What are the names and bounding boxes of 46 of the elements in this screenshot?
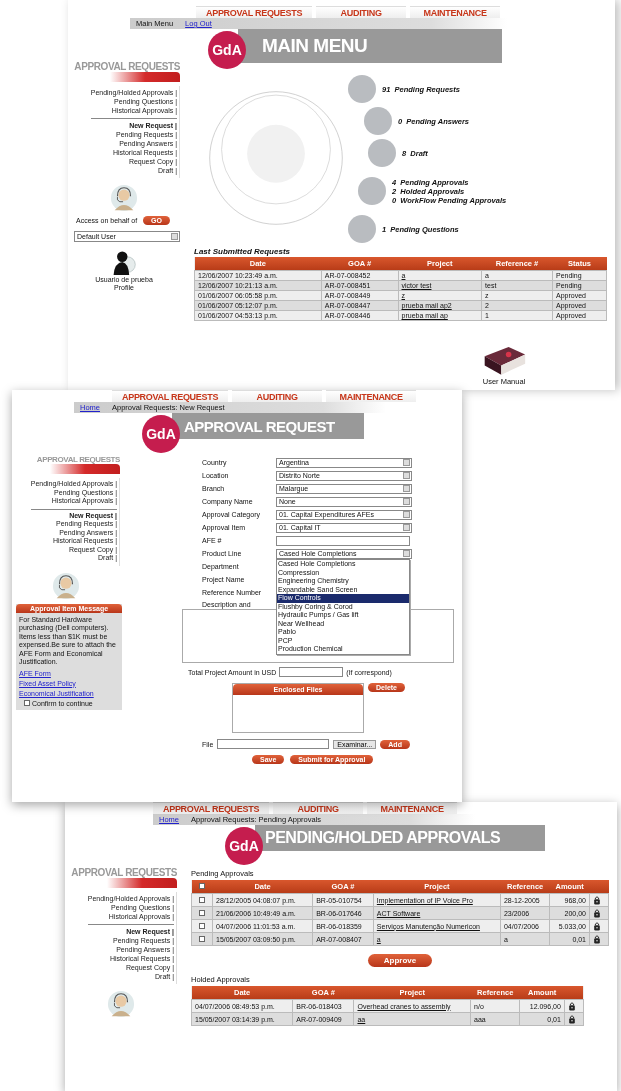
sidebar-accent-bar — [107, 878, 177, 888]
photo-placeholder — [368, 139, 396, 167]
sidebar-accent-bar — [110, 72, 180, 82]
photo-placeholder — [348, 215, 376, 243]
nav-tab[interactable]: APPROVAL REQUESTS — [153, 802, 270, 814]
sidebar-heading: APPROVAL REQUESTS — [74, 61, 180, 72]
select-all-checkbox[interactable] — [199, 883, 205, 889]
nav-tab[interactable]: APPROVAL REQUESTS — [112, 390, 229, 402]
row-checkbox[interactable] — [199, 896, 205, 903]
nav-tab[interactable]: AUDITING — [232, 390, 323, 402]
table-title: Last Submitted Requests — [194, 247, 291, 256]
logo-badge: GdA — [225, 827, 263, 865]
nav-tab[interactable]: MAINTENANCE — [367, 802, 458, 814]
headset-avatar-icon — [52, 571, 80, 600]
page-title: APPROVAL REQUEST — [184, 417, 335, 435]
headset-avatar-icon — [107, 990, 135, 1018]
lock-icon[interactable] — [567, 1014, 576, 1024]
lock-icon[interactable] — [593, 934, 601, 944]
approve-button[interactable]: Approve — [367, 954, 433, 967]
page-title: MAIN MENU — [262, 35, 368, 57]
sidebar-heading: APPROVAL REQUESTS — [71, 867, 177, 878]
logo-badge: GdA — [142, 415, 180, 453]
lock-icon[interactable] — [593, 921, 601, 931]
sidebar-heading: APPROVAL REQUESTS — [36, 455, 120, 464]
nav-tab[interactable]: APPROVAL REQUESTS — [196, 6, 313, 18]
nav-tab[interactable]: AUDITING — [273, 802, 364, 814]
file-field[interactable] — [217, 739, 330, 749]
confirm-checkbox[interactable] — [24, 700, 30, 706]
photo-placeholder — [358, 177, 386, 205]
nav-tab[interactable]: MAINTENANCE — [326, 390, 417, 402]
nav-tab[interactable]: AUDITING — [316, 6, 407, 18]
page-title: PENDING/HOLDED APPROVALS — [265, 829, 501, 847]
lock-icon[interactable] — [567, 1001, 576, 1011]
row-checkbox[interactable] — [199, 935, 205, 942]
sidebar-accent-bar — [50, 464, 120, 474]
photo-placeholder — [364, 107, 392, 135]
photo-placeholder — [348, 75, 376, 103]
lock-icon[interactable] — [593, 908, 601, 918]
logo-badge: GdA — [208, 31, 246, 69]
input-field[interactable] — [276, 535, 410, 546]
amount-field[interactable] — [279, 667, 344, 677]
lock-icon[interactable] — [593, 895, 601, 905]
row-checkbox[interactable] — [199, 922, 205, 929]
nav-tab[interactable]: MAINTENANCE — [410, 6, 501, 18]
headset-avatar-icon — [110, 184, 138, 212]
row-checkbox[interactable] — [199, 909, 205, 916]
